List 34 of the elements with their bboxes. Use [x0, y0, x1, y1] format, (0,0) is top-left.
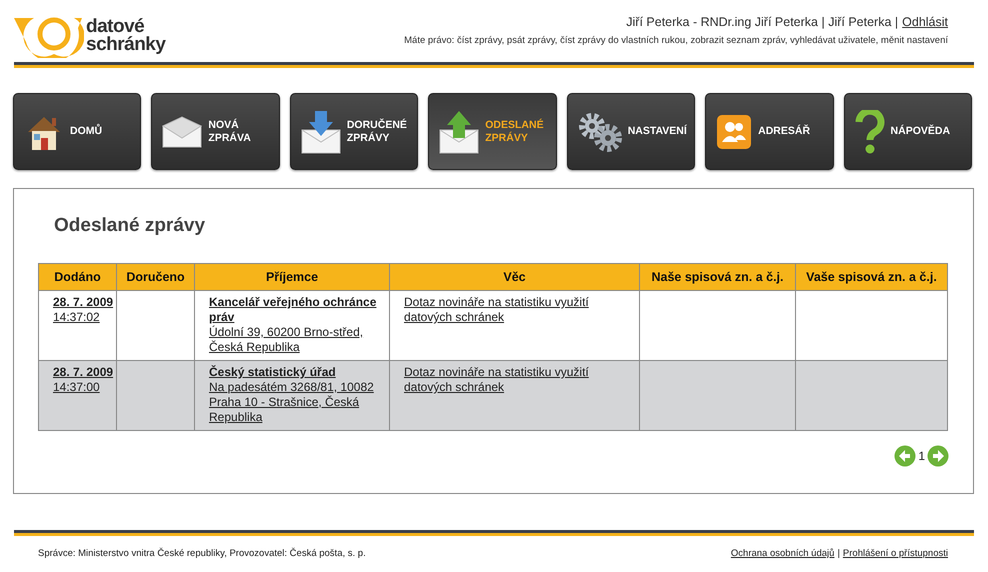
subject-link[interactable]: Dotaz novináře na statistiku využití datových schránek: [404, 295, 637, 325]
footer-link[interactable]: Prohlášení o přístupnosti: [842, 548, 948, 559]
separator-text: |: [837, 548, 840, 559]
footer-text: Správce: Ministerstvo vnitra České republiky, Provozovatel: Česká pošta, s. p.: [38, 548, 366, 559]
nav-tab[interactable]: DOMŮ: [13, 93, 142, 170]
date-link[interactable]: 28. 7. 2009: [53, 365, 114, 380]
logo-text: schránky: [86, 36, 166, 54]
nav-tab[interactable]: ODESLANÉ ZPRÁVY: [428, 93, 557, 170]
time-link[interactable]: 14:37:00: [53, 380, 100, 395]
date-link[interactable]: 28. 7. 2009: [53, 295, 114, 310]
recipient-link[interactable]: Český statistický úřad: [209, 365, 336, 380]
logo-text: datové: [86, 18, 144, 36]
page-title: Odeslané zprávy: [54, 215, 206, 238]
column-header: Doručeno: [116, 264, 194, 290]
nav-tab[interactable]: DORUČENÉ ZPRÁVY: [290, 93, 418, 170]
page-number: 1: [918, 449, 925, 463]
column-header: Příjemce: [194, 264, 390, 290]
recipient-link[interactable]: Kancelář veřejného ochránce práv: [209, 295, 387, 325]
nav-tab[interactable]: NOVÁ ZPRÁVA: [151, 93, 280, 170]
user-name: Jiří Peterka - RNDr.ing Jiří Peterka | Jiří Peterka |: [626, 15, 898, 29]
rights-text: Máte právo: číst zprávy, psát zprávy, číst zprávy do vlastních rukou, zobrazit seznam zpráv, vyhledávat uživatele, měnit nastavení: [404, 35, 948, 46]
footer-link[interactable]: Ochrana osobních údajů: [730, 548, 834, 559]
column-header: Naše spisová zn. a č.j.: [640, 264, 796, 290]
nav-tab[interactable]: NÁPOVĚDA: [844, 93, 972, 170]
subject-link[interactable]: Dotaz novináře na statistiku využití datových schránek: [404, 365, 637, 395]
column-header: Věc: [390, 264, 640, 290]
logout-link[interactable]: Odhlásit: [902, 15, 948, 29]
column-header: Dodáno: [38, 264, 116, 290]
time-link[interactable]: 14:37:02: [53, 310, 100, 325]
address-link[interactable]: Údolní 39, 60200 Brno-střed, Česká Republika: [209, 325, 387, 355]
nav-tab[interactable]: NASTAVENÍ: [566, 93, 696, 170]
nav-tab[interactable]: ADRESÁŘ: [705, 93, 834, 170]
column-header: Vaše spisová zn. a č.j.: [796, 264, 948, 290]
address-link[interactable]: Na padesátém 3268/81, 10082 Praha 10 - Strašnice, Česká Republika: [209, 380, 387, 425]
